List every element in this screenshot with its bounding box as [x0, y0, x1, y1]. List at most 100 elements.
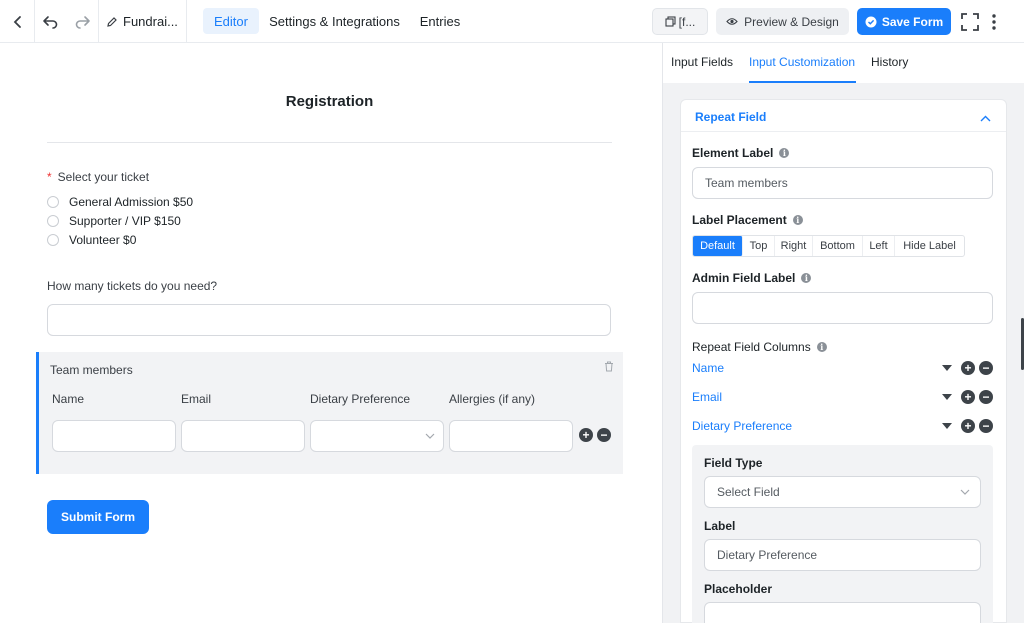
admin-field-label-heading: Admin Field Label i [692, 271, 812, 285]
info-icon[interactable]: i [801, 273, 812, 283]
tab-history[interactable]: History [871, 55, 908, 69]
back-chevron-icon[interactable] [8, 0, 28, 43]
add-column-icon[interactable]: + [961, 419, 975, 433]
element-label-text: Element Label [692, 146, 774, 160]
save-form-button[interactable]: Save Form [857, 8, 951, 35]
label-placement-segmented: Default Top Right Bottom Left Hide Label [692, 235, 965, 257]
add-column-icon[interactable]: + [961, 361, 975, 375]
divider [98, 0, 99, 43]
copy-icon [665, 16, 676, 27]
preview-design-button[interactable]: Preview & Design [716, 8, 849, 35]
radio-option-volunteer[interactable]: Volunteer $0 [47, 233, 136, 247]
tab-editor[interactable]: Editor [203, 8, 259, 34]
column-header-allergies: Allergies (if any) [449, 392, 536, 406]
field-type-select[interactable]: Select Field [704, 476, 981, 508]
tickets-count-label: How many tickets do you need? [47, 279, 218, 293]
submit-form-button[interactable]: Submit Form [47, 500, 149, 534]
email-input[interactable] [181, 420, 305, 452]
radio-label: General Admission $50 [69, 195, 194, 209]
label-placement-heading: Label Placement i [692, 213, 803, 227]
placement-left[interactable]: Left [863, 236, 895, 256]
radio-label: Volunteer $0 [69, 233, 137, 247]
chevron-up-icon[interactable] [980, 110, 991, 125]
placement-top[interactable]: Top [743, 236, 775, 256]
ticket-question-text: Select your ticket [57, 170, 150, 184]
column-item-name[interactable]: Name [692, 361, 724, 375]
radio-option-general-admission[interactable]: General Admission $50 [47, 195, 193, 209]
form-title-text: Fundrai... [123, 14, 178, 29]
top-bar: Fundrai... Editor Settings & Integration… [0, 0, 1024, 43]
caret-down-icon[interactable] [942, 423, 952, 429]
ticket-question-label: * Select your ticket [47, 170, 149, 184]
field-type-label: Field Type [704, 456, 763, 470]
tab-settings-integrations[interactable]: Settings & Integrations [265, 8, 404, 34]
info-icon[interactable]: i [779, 148, 790, 158]
placement-default[interactable]: Default [693, 236, 743, 256]
add-row-icon[interactable]: + [579, 428, 593, 442]
admin-field-label-text: Admin Field Label [692, 271, 796, 285]
repeat-columns-text: Repeat Field Columns [692, 340, 811, 354]
field-type-value: Select Field [717, 485, 780, 499]
undo-icon[interactable] [40, 0, 60, 43]
name-input[interactable] [52, 420, 176, 452]
add-column-icon[interactable]: + [961, 390, 975, 404]
label-placement-text: Label Placement [692, 213, 787, 227]
column-item-email[interactable]: Email [692, 390, 722, 404]
radio-label: Supporter / VIP $150 [69, 214, 181, 228]
eye-icon [726, 18, 738, 25]
shortcode-button[interactable]: [f... [652, 8, 708, 35]
placeholder-input[interactable] [704, 602, 981, 623]
tab-input-customization[interactable]: Input Customization [749, 55, 855, 69]
edit-pencil-icon [107, 16, 117, 27]
redo-icon[interactable] [73, 0, 93, 43]
radio-button[interactable] [47, 196, 59, 208]
remove-column-icon[interactable]: − [979, 361, 993, 375]
shortcode-text: [f... [678, 14, 696, 29]
tickets-count-input[interactable] [47, 304, 611, 336]
repeat-field-label: Team members [50, 363, 133, 377]
heading-divider [47, 142, 612, 143]
column-item-dietary[interactable]: Dietary Preference [692, 419, 792, 433]
element-label-input[interactable]: Team members [692, 167, 993, 199]
trash-icon[interactable] [604, 360, 614, 375]
caret-down-icon[interactable] [942, 394, 952, 400]
dietary-select[interactable] [310, 420, 444, 452]
remove-column-icon[interactable]: − [979, 419, 993, 433]
tab-input-fields[interactable]: Input Fields [671, 55, 733, 69]
remove-column-icon[interactable]: − [979, 390, 993, 404]
admin-field-label-input[interactable] [692, 292, 993, 324]
chevron-down-icon [425, 433, 435, 439]
column-settings-box [692, 445, 993, 623]
column-label-label: Label [704, 519, 736, 533]
caret-down-icon[interactable] [942, 365, 952, 371]
radio-button[interactable] [47, 215, 59, 227]
info-icon[interactable]: i [792, 215, 803, 225]
column-header-dietary: Dietary Preference [310, 392, 411, 406]
column-header-email: Email [181, 392, 212, 406]
placement-right[interactable]: Right [775, 236, 813, 256]
preview-design-label: Preview & Design [744, 14, 839, 29]
required-mark: * [47, 170, 52, 184]
allergies-input[interactable] [449, 420, 573, 452]
tab-entries[interactable]: Entries [414, 8, 466, 34]
placement-hide-label[interactable]: Hide Label [895, 236, 964, 256]
placement-bottom[interactable]: Bottom [813, 236, 863, 256]
check-circle-icon [865, 16, 877, 27]
divider [186, 0, 187, 43]
form-title[interactable]: Fundrai... [106, 0, 178, 43]
element-label-heading: Element Label i [692, 146, 790, 160]
fullscreen-icon[interactable] [959, 0, 981, 43]
radio-button[interactable] [47, 234, 59, 246]
section-title[interactable]: Repeat Field [695, 110, 766, 124]
info-icon[interactable]: i [816, 342, 827, 352]
placeholder-label: Placeholder [704, 582, 773, 596]
column-header-name: Name [52, 392, 85, 406]
radio-option-supporter-vip[interactable]: Supporter / VIP $150 [47, 214, 181, 228]
remove-row-icon[interactable]: − [597, 428, 611, 442]
active-tab-indicator [749, 81, 856, 83]
column-label-input[interactable]: Dietary Preference [704, 539, 981, 571]
more-options-icon[interactable] [989, 0, 999, 43]
chevron-down-icon [960, 489, 970, 495]
form-heading: Registration [285, 93, 374, 110]
save-form-label: Save Form [881, 14, 944, 29]
